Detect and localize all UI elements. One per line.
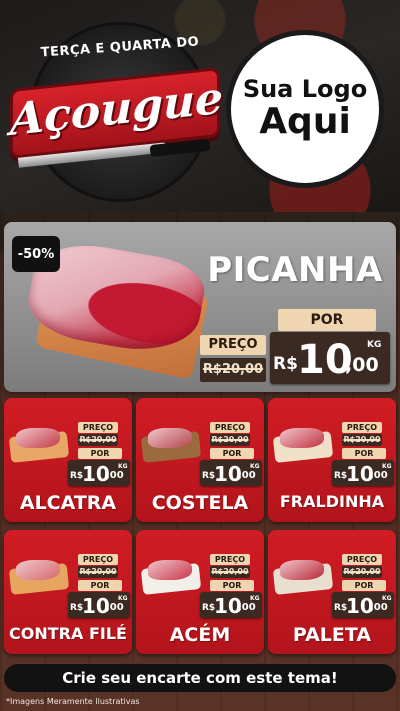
product-name: COSTELA (151, 492, 249, 514)
preco-label: PREÇO (78, 554, 118, 565)
unit-label: KG (382, 463, 392, 470)
price-decimal: ,00 (370, 470, 388, 481)
product-name: FRALDINHA (279, 492, 385, 511)
unit-label: KG (118, 463, 128, 470)
new-price: R$ 10 ,00 KG (270, 332, 390, 384)
unit-label: KG (382, 595, 392, 602)
por-label: POR (342, 580, 386, 591)
new-price: R$ 10 ,00 KG (200, 592, 262, 618)
unit-label: KG (250, 463, 260, 470)
preco-label: PREÇO (200, 335, 266, 355)
old-price: R$20,00 (210, 434, 250, 446)
featured-product-name: PICANHA (207, 250, 383, 290)
product-meat-image (280, 560, 324, 580)
cta-button[interactable]: Crie seu encarte com este tema! (4, 664, 396, 692)
unit-label: KG (250, 595, 260, 602)
old-price: R$20,00 (210, 566, 250, 578)
new-price: R$ 10 ,00 KG (332, 592, 394, 618)
logo-placeholder[interactable]: Sua Logo Aqui (226, 30, 384, 188)
preco-label: PREÇO (210, 422, 250, 433)
por-label: POR (342, 448, 386, 459)
new-price: R$ 10 ,00 KG (332, 460, 394, 486)
por-label: POR (78, 580, 122, 591)
product-name: ACÉM (169, 624, 231, 646)
new-price: R$ 10 ,00 KG (68, 592, 130, 618)
product-meat-image (280, 428, 324, 448)
old-price: R$20,00 (342, 434, 382, 446)
product-name: PALETA (292, 624, 372, 646)
price-decimal: ,00 (106, 470, 124, 481)
preco-label: PREÇO (210, 554, 250, 565)
discount-badge: -50% (12, 236, 60, 272)
unit-label: KG (367, 340, 382, 350)
price-decimal: ,00 (345, 354, 379, 376)
por-label: POR (210, 580, 254, 591)
por-label: POR (278, 309, 376, 331)
old-price: R$20,00 (342, 566, 382, 578)
unit-label: KG (118, 595, 128, 602)
preco-label: PREÇO (78, 422, 118, 433)
price-decimal: ,00 (106, 602, 124, 613)
product-name: ALCATRA (19, 492, 117, 514)
new-price: R$ 10 ,00 KG (200, 460, 262, 486)
header-banner: TERÇA E QUARTA DO Açougue Sua Logo Aqui (0, 0, 400, 212)
flyer: TERÇA E QUARTA DO Açougue Sua Logo Aqui … (0, 0, 400, 711)
product-name: CONTRA FILÉ (9, 624, 127, 643)
preco-label: PREÇO (342, 554, 382, 565)
currency-symbol: R$ (273, 354, 298, 374)
price-decimal: ,00 (238, 602, 256, 613)
preco-label: PREÇO (342, 422, 382, 433)
product-meat-image (148, 428, 192, 448)
logo-text-line1: Sua Logo (242, 75, 368, 103)
logo-text-line2: Aqui (259, 101, 351, 143)
por-label: POR (210, 448, 254, 459)
price-decimal: ,00 (238, 470, 256, 481)
product-meat-image (16, 428, 60, 448)
new-price: R$ 10 ,00 KG (68, 460, 130, 486)
old-price: R$20,00 (78, 566, 118, 578)
price-decimal: ,00 (370, 602, 388, 613)
old-price: R$20,00 (200, 358, 266, 382)
product-meat-image (16, 560, 60, 580)
product-meat-image (148, 560, 192, 580)
por-label: POR (78, 448, 122, 459)
old-price: R$20,00 (78, 434, 118, 446)
disclaimer-text: *Imagens Meramente Ilustrativas (6, 697, 140, 706)
